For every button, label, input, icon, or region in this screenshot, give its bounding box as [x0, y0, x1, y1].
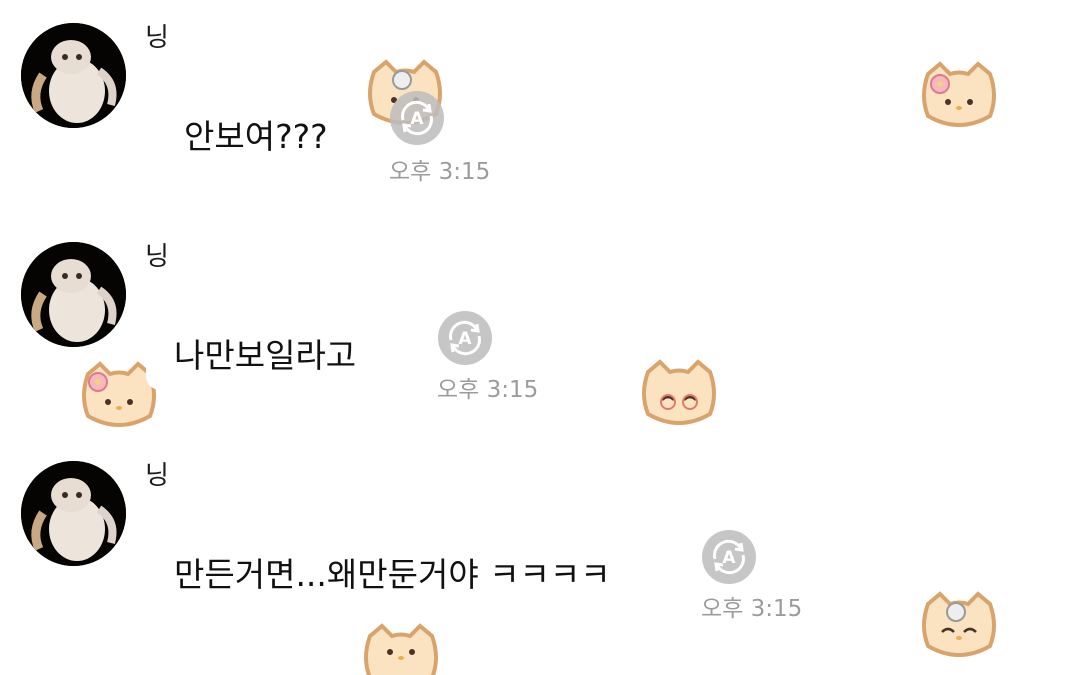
translate-a-icon[interactable]: A: [701, 529, 757, 585]
message-row: 닝 만든거면...왜만둔거야 ㅋㅋㅋㅋ A 오후 3:15: [0, 461, 1080, 671]
svg-text:A: A: [722, 548, 736, 568]
avatar[interactable]: [21, 23, 126, 128]
message-time: 오후 3:15: [437, 377, 539, 403]
chat-view: 닝 안보여??? A 오후 3:15 닝 나만보일라고 A 오후 3:15 닝 …: [0, 0, 1080, 675]
message-bubble[interactable]: 나만보일라고: [146, 324, 385, 390]
message-bubble[interactable]: 만든거면...왜만둔거야 ㅋㅋㅋㅋ: [146, 543, 639, 609]
avatar[interactable]: [21, 461, 126, 566]
message-row: 닝 나만보일라고 A 오후 3:15: [0, 242, 1080, 452]
avatar[interactable]: [21, 242, 126, 347]
translate-a-icon[interactable]: A: [389, 90, 445, 146]
sender-name: 닝: [145, 461, 169, 491]
svg-text:A: A: [410, 109, 424, 129]
sender-name: 닝: [145, 23, 169, 53]
message-time: 오후 3:15: [701, 596, 803, 622]
svg-text:A: A: [458, 329, 472, 349]
message-time: 오후 3:15: [389, 159, 491, 185]
message-bubble[interactable]: 안보여???: [156, 105, 356, 171]
translate-a-icon[interactable]: A: [437, 310, 493, 366]
message-row: 닝 안보여??? A 오후 3:15: [0, 23, 1080, 233]
sender-name: 닝: [145, 242, 169, 272]
